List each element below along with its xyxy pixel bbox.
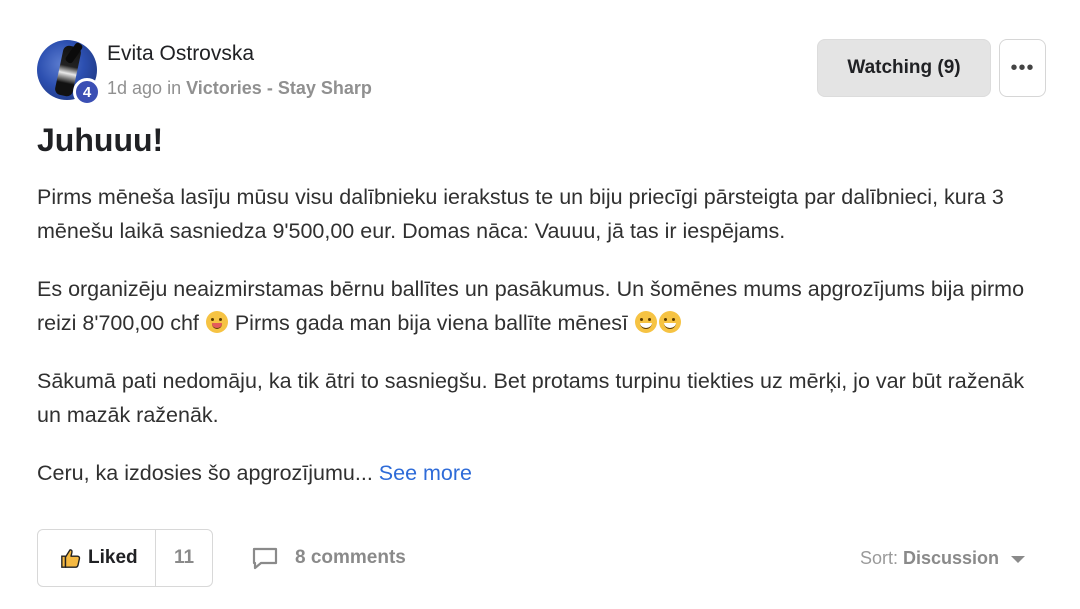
like-count[interactable]: 11 (156, 530, 212, 586)
post-time: 1d ago (107, 78, 163, 98)
grinning-sweat-emoji (635, 311, 658, 333)
sort-dropdown[interactable]: Sort: Discussion (860, 529, 1025, 587)
comments-label: 8 comments (295, 547, 406, 568)
paragraph: Ceru, ka izdosies šo apgrozījumu... See … (37, 456, 1047, 490)
like-control: Liked 11 (37, 529, 213, 587)
chevron-down-icon (1011, 555, 1025, 563)
category-link[interactable]: Victories - Stay Sharp (186, 78, 372, 98)
paragraph: Es organizēju neaizmirstamas bērnu ballī… (37, 272, 1047, 340)
paragraph-text: Pirms gada man bija viena ballīte mēnesī (234, 311, 629, 335)
comments-button[interactable]: 8 comments (251, 529, 406, 587)
post-header: 4 Evita Ostrovska 1d ago in Victories - … (37, 38, 1047, 106)
more-icon: ••• (1010, 56, 1035, 79)
level-badge: 4 (73, 78, 101, 106)
sort-value: Discussion (902, 547, 999, 568)
watching-button[interactable]: Watching (9) (817, 39, 991, 97)
see-more-link[interactable]: See more (379, 461, 472, 485)
partying-face-emoji (205, 311, 228, 333)
paragraph-text: Ceru, ka izdosies šo apgrozījumu... (37, 461, 373, 485)
avatar[interactable]: 4 (37, 40, 101, 106)
post-body: Pirms mēneša lasīju mūsu visu dalībnieku… (37, 180, 1047, 514)
post-title: Juhuuu! (37, 122, 164, 158)
post-meta: 1d ago in Victories - Stay Sharp (107, 78, 372, 99)
comment-bubble-icon (252, 547, 278, 570)
paragraph: Sākumā pati nedomāju, ka tik ātri to sas… (37, 369, 1025, 427)
in-label: in (167, 78, 182, 98)
grinning-sweat-emoji (659, 311, 682, 333)
more-options-button[interactable]: ••• (999, 39, 1046, 97)
author-name[interactable]: Evita Ostrovska (107, 42, 254, 66)
like-label: Liked (88, 547, 138, 568)
like-button[interactable]: Liked (38, 530, 156, 586)
post-footer: Liked 11 8 comments Sort: Discussion (37, 529, 1037, 587)
paragraph: Pirms mēneša lasīju mūsu visu dalībnieku… (37, 185, 1004, 243)
thumbs-up-icon (61, 549, 81, 568)
sort-label: Sort: (859, 547, 898, 568)
